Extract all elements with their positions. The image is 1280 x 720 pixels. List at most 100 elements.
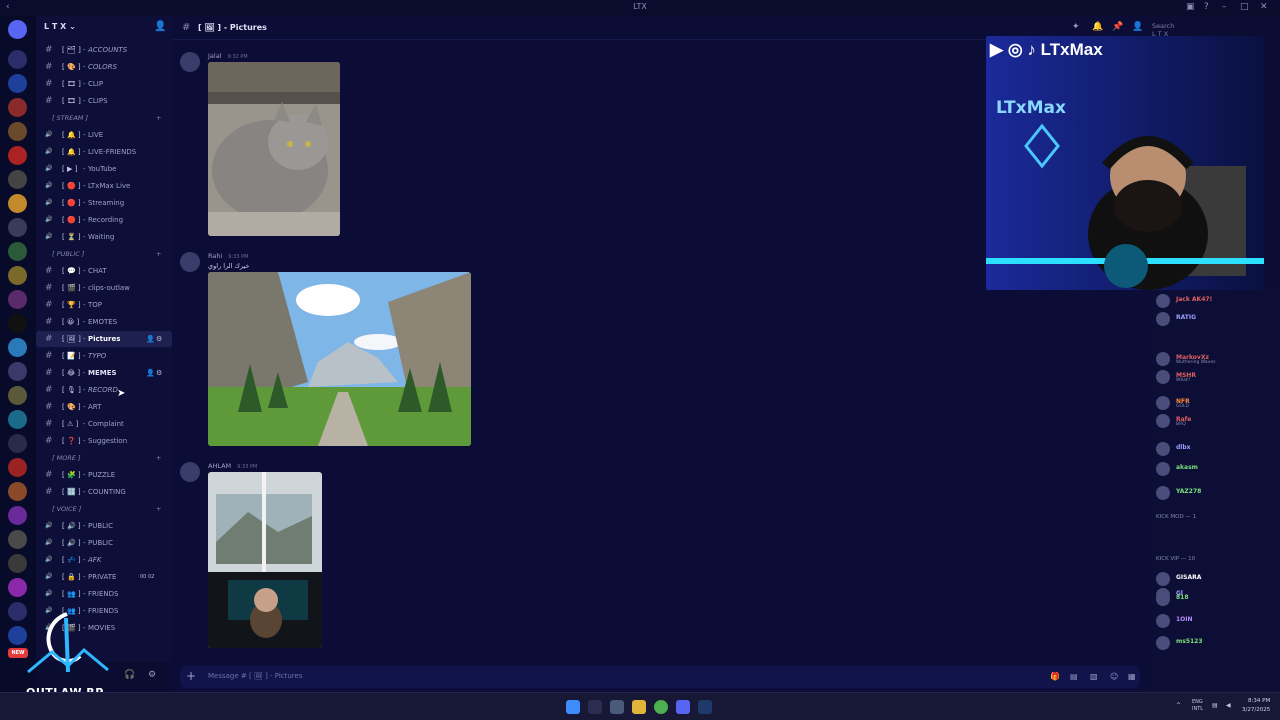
server-icon[interactable]: [8, 338, 27, 357]
message-author[interactable]: AHLAM 9:33 PM: [208, 462, 257, 470]
channel-item[interactable]: 🔊 [ 🔴 ] Recording -: [36, 212, 172, 228]
channel-item[interactable]: # [ ❓ ] Suggestion -: [36, 433, 172, 449]
search-icon[interactable]: [588, 700, 602, 714]
tray-chevron-icon[interactable]: ^: [1176, 702, 1181, 709]
settings-icon[interactable]: ⚙: [148, 670, 156, 680]
channel-category[interactable]: [ MORE ] +: [36, 450, 172, 466]
avatar[interactable]: [180, 252, 200, 272]
server-icon[interactable]: [8, 170, 27, 189]
member-item[interactable]: RATIG: [1154, 310, 1280, 328]
channel-item[interactable]: # [ ⚠ ] Complaint -: [36, 416, 172, 432]
channel-category[interactable]: [ STREAM ] +: [36, 110, 172, 126]
member-item[interactable]: MarkovXz Wuthering Waves: [1154, 350, 1280, 368]
maximize-icon[interactable]: □: [1240, 2, 1249, 12]
task-view-icon[interactable]: [610, 700, 624, 714]
member-item[interactable]: Rafe BRQ: [1154, 412, 1280, 430]
member-item[interactable]: NFR GOLD: [1154, 394, 1280, 412]
avatar[interactable]: [180, 52, 200, 72]
channel-item[interactable]: # [ 🏆 ] TOP -: [36, 297, 172, 313]
minimize-icon[interactable]: –: [1222, 2, 1227, 12]
channel-item[interactable]: # [ 📝 ] TYPO -: [36, 348, 172, 364]
server-icon[interactable]: [8, 194, 27, 213]
cat-photo[interactable]: [208, 62, 340, 236]
server-icon[interactable]: [8, 98, 27, 117]
channel-item[interactable]: 🔊 [ 🔔 ] LIVE -: [36, 127, 172, 143]
message-author[interactable]: Jalal 9:32 PM: [208, 52, 248, 60]
windows-start-icon[interactable]: [566, 700, 580, 714]
apps-icon[interactable]: ▦: [1128, 672, 1136, 681]
channel-item[interactable]: # [ 🎨 ] ART -: [36, 399, 172, 415]
channel-item[interactable]: # [ 🖼 ] Pictures - 👤 ⚙: [36, 331, 172, 347]
server-icon[interactable]: [8, 482, 27, 501]
volume-icon[interactable]: ◀: [1226, 702, 1231, 709]
server-icon[interactable]: [8, 266, 27, 285]
channel-item[interactable]: 🔊 [ 🔴 ] LTxMax Live -: [36, 178, 172, 194]
avatar[interactable]: [180, 462, 200, 482]
server-icon[interactable]: [8, 146, 27, 165]
server-icon[interactable]: [8, 314, 27, 333]
headset-icon[interactable]: 🎧: [124, 670, 135, 680]
channel-item[interactable]: 🔊 [ 🔊 ] PUBLIC -: [36, 518, 172, 534]
channel-item[interactable]: # [ 🗂 ] ACCOUNTS -: [36, 42, 172, 58]
channel-item[interactable]: 🔊 [ ▶ ] YouTube -: [36, 161, 172, 177]
channel-item[interactable]: # [ 🎙 ] RECORD -: [36, 382, 172, 398]
member-list-icon[interactable]: 👤: [1132, 22, 1143, 32]
close-icon[interactable]: ✕: [1260, 2, 1268, 12]
channel-item[interactable]: # [ 🎞 ] CLIP -: [36, 76, 172, 92]
channel-settings-icon[interactable]: ⚙: [156, 331, 162, 347]
pin-icon[interactable]: 📌: [1112, 22, 1123, 32]
channel-item[interactable]: 🔊 [ 🔔 ] LIVE-FRIENDS -: [36, 144, 172, 160]
language-indicator[interactable]: ENG INTL: [1192, 699, 1203, 713]
gift-icon[interactable]: 🎁: [1050, 672, 1060, 681]
server-icon[interactable]: [8, 554, 27, 573]
add-attachment-icon[interactable]: +: [186, 669, 196, 683]
server-icon[interactable]: [8, 458, 27, 477]
sticker-icon[interactable]: ▧: [1090, 672, 1098, 681]
member-item[interactable]: akasm: [1154, 460, 1280, 478]
help-icon[interactable]: ?: [1204, 2, 1209, 12]
server-icon[interactable]: [8, 386, 27, 405]
channel-item[interactable]: 🔊 [ ⏳ ] Waiting -: [36, 229, 172, 245]
message-author[interactable]: Rahi 9:33 PM: [208, 252, 248, 260]
member-item[interactable]: 1OIN: [1154, 612, 1280, 630]
channel-item[interactable]: # [ 🎞 ] CLIPS -: [36, 93, 172, 109]
server-icon[interactable]: [8, 74, 27, 93]
server-icon[interactable]: [8, 122, 27, 141]
member-item[interactable]: ms5123: [1154, 634, 1280, 652]
channel-item[interactable]: # [ 🎬 ] clips-outlaw -: [36, 280, 172, 296]
chrome-icon[interactable]: [654, 700, 668, 714]
message-input[interactable]: Message # [ 🖼 ] - Pictures: [208, 672, 303, 680]
channel-item[interactable]: # [ 🎨 ] COLORS -: [36, 59, 172, 75]
channel-item[interactable]: # [ 😀 ] EMOTES -: [36, 314, 172, 330]
member-item[interactable]: dlbx: [1154, 440, 1280, 458]
steam-icon[interactable]: [698, 700, 712, 714]
invite-icon[interactable]: 👤: [146, 365, 155, 381]
channel-category[interactable]: [ PUBLIC ] +: [36, 246, 172, 262]
create-channel-icon[interactable]: +: [156, 450, 161, 466]
server-icon[interactable]: [8, 290, 27, 309]
member-item[interactable]: GISARA: [1154, 570, 1280, 588]
server-icon[interactable]: [8, 242, 27, 261]
home-icon[interactable]: [8, 20, 27, 39]
threads-icon[interactable]: ✦: [1072, 22, 1080, 32]
emoji-icon[interactable]: ☺: [1110, 672, 1118, 681]
member-item[interactable]: Jack AK47!: [1154, 292, 1280, 310]
channel-item[interactable]: 🔊 [ 💤 ] AFK -: [36, 552, 172, 568]
channel-item[interactable]: 🔊 [ 👥 ] FRIENDS -: [36, 586, 172, 602]
channel-item[interactable]: # [ 🔢 ] COUNTING -: [36, 484, 172, 500]
create-channel-icon[interactable]: +: [156, 246, 161, 262]
channel-item[interactable]: # [ 💬 ] CHAT -: [36, 263, 172, 279]
add-member-icon[interactable]: 👤: [154, 21, 166, 32]
create-channel-icon[interactable]: +: [156, 110, 161, 126]
channel-item[interactable]: 🔊 [ 🔊 ] PUBLIC -: [36, 535, 172, 551]
server-icon[interactable]: [8, 218, 27, 237]
member-item[interactable]: 818: [1154, 590, 1280, 608]
window-photo[interactable]: [208, 472, 322, 648]
create-channel-icon[interactable]: +: [156, 501, 161, 517]
server-icon[interactable]: [8, 434, 27, 453]
notification-icon[interactable]: 🔔: [1092, 22, 1103, 32]
server-icon[interactable]: [8, 506, 27, 525]
member-item[interactable]: MSHR What?: [1154, 368, 1280, 386]
channel-item[interactable]: # [ 😂 ] MEMES - 👤 ⚙: [36, 365, 172, 381]
file-explorer-icon[interactable]: [632, 700, 646, 714]
